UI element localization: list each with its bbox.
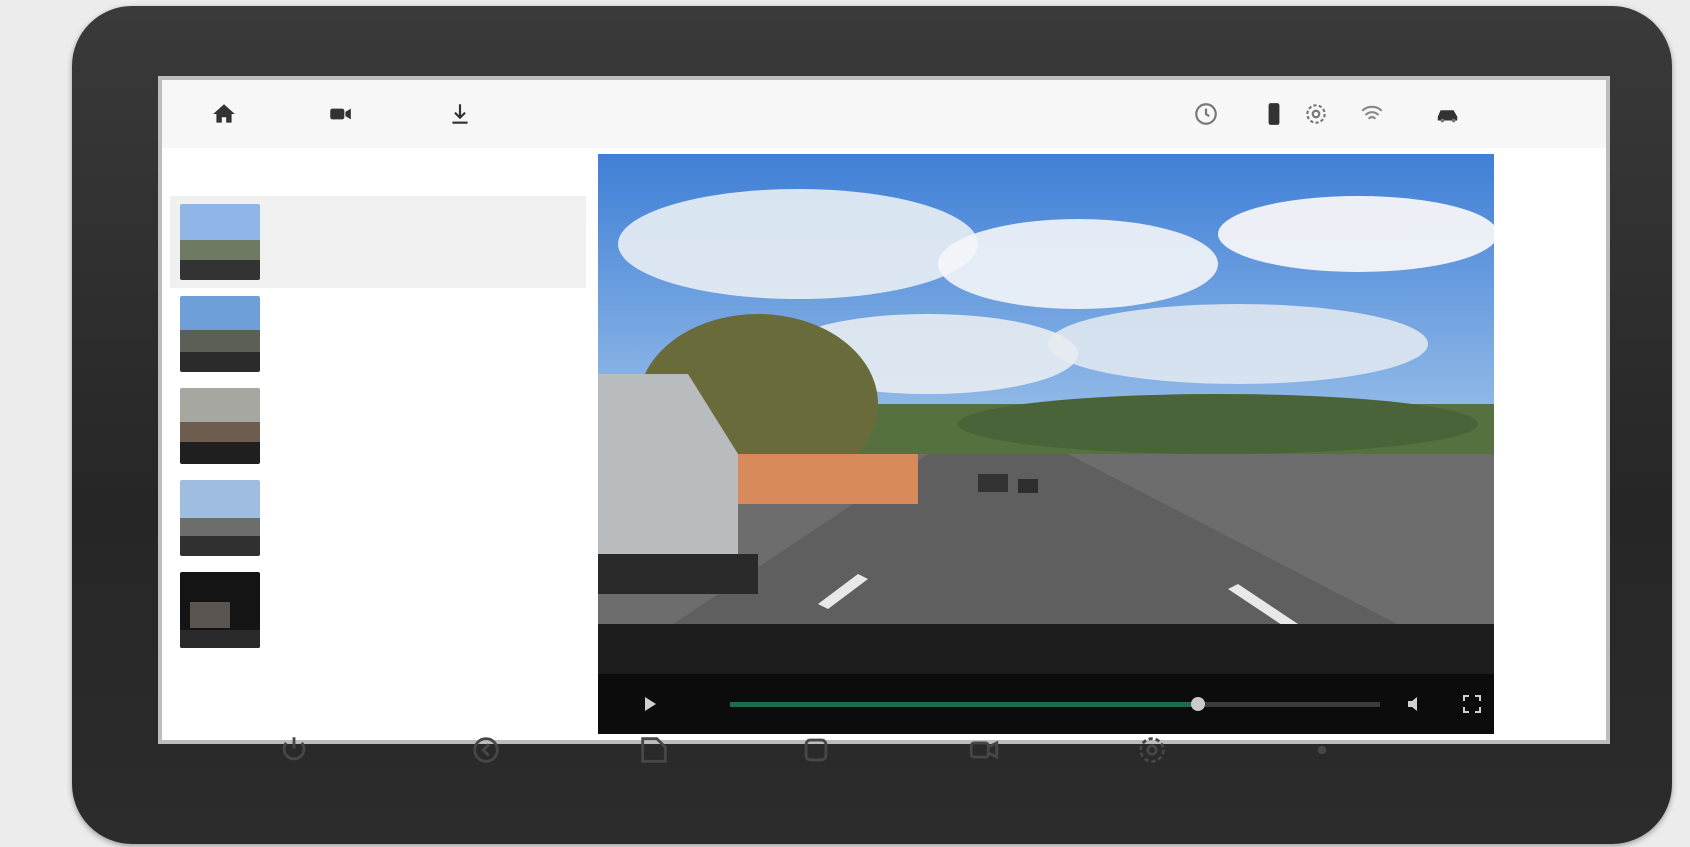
- video-icon[interactable]: [962, 728, 1006, 772]
- home-icon[interactable]: [210, 100, 238, 128]
- video-player[interactable]: [598, 154, 1494, 734]
- player-controls: [598, 674, 1494, 734]
- car-icon[interactable]: [1428, 100, 1468, 128]
- camera-icon[interactable]: [326, 100, 354, 128]
- screenshot-icon[interactable]: [632, 728, 676, 772]
- back-icon[interactable]: [464, 728, 508, 772]
- video-frame: [598, 154, 1494, 674]
- list-item[interactable]: [170, 472, 586, 564]
- video-thumbnail: [180, 480, 260, 556]
- play-icon[interactable]: [638, 692, 662, 716]
- mic-icon[interactable]: [1300, 728, 1344, 772]
- list-item[interactable]: [170, 380, 586, 472]
- video-thumbnail: [180, 204, 260, 280]
- gear-icon[interactable]: [1302, 100, 1330, 128]
- volume-icon[interactable]: [1404, 692, 1428, 716]
- screen: [158, 76, 1610, 744]
- recordings-list: [170, 196, 586, 656]
- recordings-sidebar: [162, 148, 592, 740]
- progress-bar[interactable]: [730, 697, 1380, 711]
- fullscreen-icon[interactable]: [1460, 692, 1484, 716]
- list-item[interactable]: [170, 564, 586, 656]
- wifi-icon[interactable]: [1358, 100, 1386, 128]
- top-bar: [162, 80, 1606, 148]
- video-thumbnail: [180, 572, 260, 648]
- home-icon[interactable]: [794, 728, 838, 772]
- dashcam-device: [72, 6, 1672, 844]
- progress-fill: [730, 702, 1198, 707]
- progress-knob[interactable]: [1191, 697, 1205, 711]
- clock-icon[interactable]: [1192, 100, 1220, 128]
- video-overlay: [612, 172, 670, 182]
- download-icon[interactable]: [446, 100, 474, 128]
- power-icon[interactable]: [272, 728, 316, 772]
- phone-icon[interactable]: [1260, 100, 1288, 128]
- video-thumbnail: [180, 388, 260, 464]
- video-thumbnail: [180, 296, 260, 372]
- list-item[interactable]: [170, 196, 586, 288]
- list-item[interactable]: [170, 288, 586, 380]
- settings-icon[interactable]: [1130, 728, 1174, 772]
